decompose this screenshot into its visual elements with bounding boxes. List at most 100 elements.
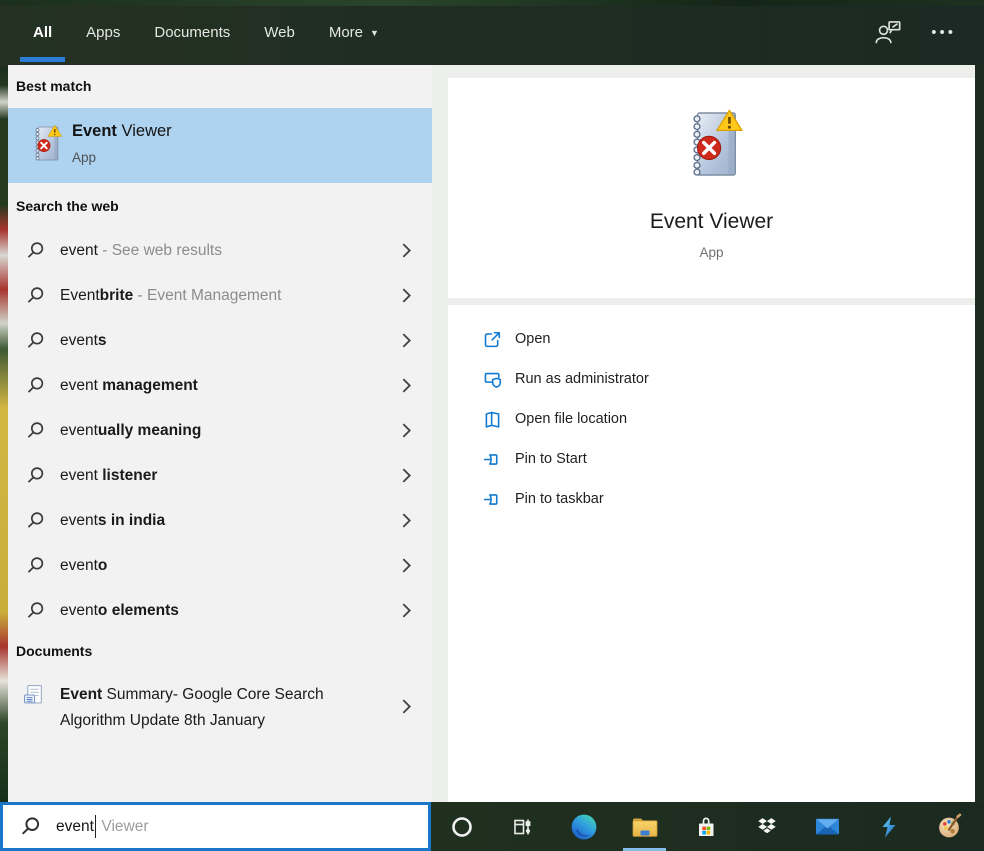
paint-button[interactable] — [919, 802, 980, 851]
task-view-icon — [513, 819, 530, 834]
action-run-as-administrator[interactable]: Run as administrator — [448, 359, 975, 399]
tab-web[interactable]: Web — [264, 0, 295, 65]
file-location-icon — [485, 411, 500, 428]
chevron-right-icon[interactable] — [401, 422, 412, 439]
tab-apps-label: Apps — [86, 24, 121, 41]
web-suggestion-row[interactable]: eventually meaning — [8, 408, 432, 453]
search-the-web-header: Search the web — [16, 198, 119, 214]
tab-all[interactable]: All — [19, 0, 66, 65]
desktop-edge-right — [975, 65, 984, 802]
cortana-button[interactable] — [431, 802, 492, 851]
taskbar — [431, 802, 984, 851]
tab-web-label: Web — [264, 24, 295, 41]
suggestion-label: events in india — [60, 511, 166, 529]
tab-more[interactable]: More ▼ — [329, 0, 379, 65]
best-match-item-event-viewer[interactable]: Event Viewer App — [8, 108, 432, 183]
web-suggestion-row[interactable]: event management — [8, 363, 432, 408]
preview-pane: Event Viewer App Open Run as administrat… — [432, 65, 975, 802]
web-suggestion-row[interactable]: events — [8, 318, 432, 363]
chevron-right-icon[interactable] — [401, 242, 412, 259]
open-icon — [484, 331, 501, 347]
start-search-panel: All Apps Documents Web More ▼ ••• Best ma… — [0, 0, 984, 851]
mail-button[interactable] — [797, 802, 858, 851]
task-view-button[interactable] — [492, 802, 553, 851]
web-suggestion-row[interactable]: events in india — [8, 498, 432, 543]
search-typed-text: event — [56, 817, 94, 835]
tab-documents[interactable]: Documents — [154, 0, 230, 65]
search-icon — [27, 422, 44, 438]
store-button[interactable] — [675, 802, 736, 851]
search-icon — [21, 817, 40, 835]
search-input[interactable]: event Viewer — [0, 802, 431, 851]
tab-apps[interactable]: Apps — [86, 0, 120, 65]
pin-icon — [483, 493, 498, 505]
chevron-right-icon[interactable] — [401, 602, 412, 619]
best-match-type: App — [72, 150, 97, 165]
store-icon — [698, 817, 713, 836]
feedback-person-icon[interactable] — [873, 19, 903, 46]
filter-tabs: All Apps Documents Web More ▼ — [0, 0, 379, 65]
suggestion-label: evento — [60, 556, 108, 574]
search-icon — [27, 467, 44, 483]
text-cursor — [94, 815, 97, 838]
chevron-right-icon[interactable] — [401, 512, 412, 529]
more-options-icon[interactable]: ••• — [931, 24, 956, 41]
web-suggestion-row[interactable]: event - See web results — [8, 228, 432, 273]
documents-header: Documents — [16, 643, 93, 659]
search-icon — [27, 602, 44, 618]
action-label: Run as administrator — [515, 371, 649, 387]
suggestion-label: Eventbrite - Event Management — [60, 286, 282, 304]
web-suggestion-row[interactable]: Eventbrite - Event Management — [8, 273, 432, 318]
search-icon — [27, 332, 44, 348]
app-actions-card: Open Run as administrator Open file loca… — [448, 305, 975, 802]
desktop-edge-left — [0, 0, 8, 851]
suggestion-label: event management — [60, 376, 198, 394]
event-viewer-icon — [681, 108, 743, 182]
best-match-title: Event Viewer — [72, 122, 172, 140]
document-result-row[interactable]: Event Summary- Google Core Search Algori… — [8, 672, 432, 740]
event-viewer-icon — [29, 124, 62, 164]
dropbox-icon — [757, 817, 776, 833]
admin-shield-icon — [484, 372, 502, 388]
search-filter-bar: All Apps Documents Web More ▼ ••• — [0, 0, 984, 65]
action-label: Open file location — [515, 411, 628, 427]
document-result-label: Event Summary- Google Core Search Algori… — [60, 686, 324, 730]
web-suggestion-row[interactable]: evento elements — [8, 588, 432, 633]
suggestion-label: event listener — [60, 466, 158, 484]
dropbox-button[interactable] — [736, 802, 797, 851]
action-label: Pin to taskbar — [515, 491, 604, 507]
suggestion-label: eventually meaning — [60, 421, 202, 439]
chevron-right-icon[interactable] — [401, 557, 412, 574]
search-icon — [27, 287, 44, 303]
tab-all-label: All — [33, 24, 53, 41]
chevron-down-icon: ▼ — [370, 27, 379, 38]
chevron-right-icon[interactable] — [401, 332, 412, 349]
pin-icon — [483, 453, 498, 465]
chevron-right-icon[interactable] — [401, 698, 412, 715]
web-suggestion-row[interactable]: event listener — [8, 453, 432, 498]
search-results-panel: Best match Event Viewer App Search the w… — [8, 65, 432, 802]
search-icon — [27, 512, 44, 528]
lightning-app-button[interactable] — [858, 802, 919, 851]
chevron-right-icon[interactable] — [401, 287, 412, 304]
action-label: Pin to Start — [515, 451, 587, 467]
paint-icon — [939, 813, 962, 838]
file-explorer-button[interactable] — [614, 802, 675, 851]
web-suggestion-row[interactable]: evento — [8, 543, 432, 588]
action-pin-to-taskbar[interactable]: Pin to taskbar — [448, 479, 975, 519]
chevron-right-icon[interactable] — [401, 377, 412, 394]
action-open[interactable]: Open — [448, 319, 975, 359]
action-open-file-location[interactable]: Open file location — [448, 399, 975, 439]
edge-button[interactable] — [553, 802, 614, 851]
suggestion-label: evento elements — [60, 601, 179, 619]
search-autocomplete-text: Viewer — [101, 817, 149, 835]
suggestion-label: events — [60, 331, 107, 349]
action-pin-to-start[interactable]: Pin to Start — [448, 439, 975, 479]
mail-icon — [815, 818, 840, 835]
tab-more-label: More — [328, 24, 364, 41]
search-icon — [27, 242, 44, 258]
chevron-right-icon[interactable] — [401, 467, 412, 484]
edge-icon — [571, 814, 596, 839]
lightning-icon — [882, 816, 895, 837]
search-icon — [27, 557, 44, 573]
